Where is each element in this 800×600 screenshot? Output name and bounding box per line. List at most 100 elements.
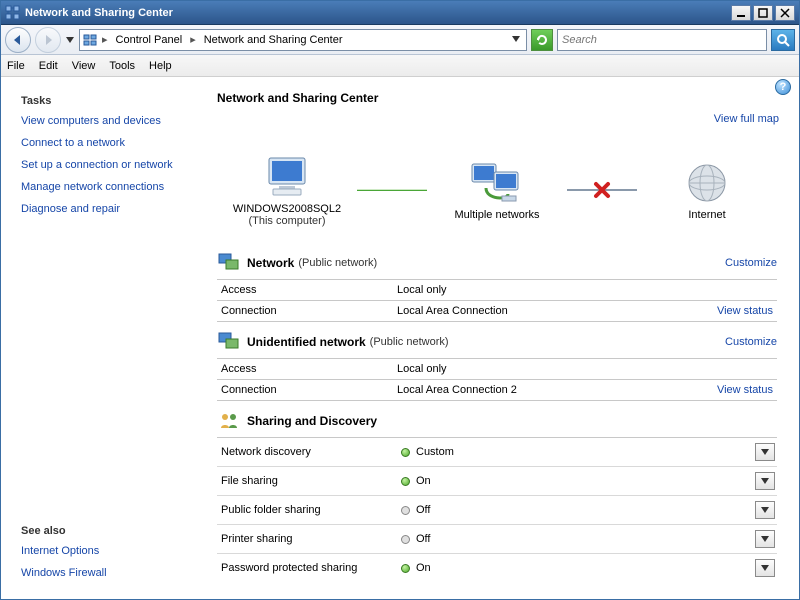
search-box[interactable] [557, 29, 767, 51]
network-icon [217, 330, 241, 354]
maximize-button[interactable] [753, 5, 773, 21]
menu-view[interactable]: View [72, 60, 96, 72]
row-value: Local Area Connection [397, 305, 717, 317]
nav-toolbar: ▸ Control Panel ▸ Network and Sharing Ce… [1, 25, 799, 55]
network-map: WINDOWS2008SQL2 (This computer) Multiple… [217, 145, 777, 235]
node-multiple-networks: Multiple networks [427, 159, 567, 221]
globe-icon [684, 159, 730, 207]
see-also-heading: See also [21, 525, 201, 537]
network-section-1: Unidentified network (Public network) Cu… [217, 328, 777, 401]
sharing-heading: Sharing and Discovery [247, 414, 377, 428]
view-status-link[interactable]: View status [717, 384, 777, 396]
network-1-row-connection: Connection Local Area Connection 2 View … [217, 380, 777, 400]
main-pane: ? Network and Sharing Center View full m… [211, 77, 799, 599]
minimize-button[interactable] [731, 5, 751, 21]
people-icon [217, 409, 241, 433]
menu-help[interactable]: Help [149, 60, 172, 72]
address-dropdown[interactable] [508, 34, 524, 46]
tasks-heading: Tasks [21, 95, 201, 107]
node-internet: Internet [637, 159, 777, 221]
breadcrumb-control-panel[interactable]: Control Panel [112, 34, 187, 46]
row-label: Connection [217, 384, 397, 396]
content-area: Tasks View computers and devices Connect… [1, 77, 799, 599]
share-value: Off [416, 533, 430, 545]
back-button[interactable] [5, 27, 31, 53]
status-dot-icon [401, 564, 410, 573]
share-row-printer-sharing: Printer sharing Off [217, 525, 777, 554]
view-status-link[interactable]: View status [717, 305, 777, 317]
search-input[interactable] [558, 34, 766, 46]
node-internet-label: Internet [688, 209, 725, 221]
status-dot-icon [401, 506, 410, 515]
refresh-button[interactable] [531, 29, 553, 51]
node-middle-label: Multiple networks [455, 209, 540, 221]
title-bar: Network and Sharing Center [1, 1, 799, 25]
app-icon [5, 5, 21, 21]
chevron-right-icon: ▸ [190, 33, 196, 46]
row-value: Local only [397, 284, 777, 296]
row-value: Local only [397, 363, 777, 375]
task-diagnose-repair[interactable]: Diagnose and repair [21, 203, 201, 215]
search-button[interactable] [771, 29, 795, 51]
network-1-customize-link[interactable]: Customize [725, 336, 777, 348]
share-label: Public folder sharing [221, 504, 401, 516]
network-icon [217, 251, 241, 275]
task-connect-network[interactable]: Connect to a network [21, 137, 201, 149]
share-label: Printer sharing [221, 533, 401, 545]
node-computer-label: WINDOWS2008SQL2 [233, 203, 341, 215]
status-dot-icon [401, 477, 410, 486]
network-1-title: Unidentified network [247, 335, 366, 349]
status-dot-icon [401, 535, 410, 544]
network-section-0: Network (Public network) Customize Acces… [217, 249, 777, 322]
share-label: Password protected sharing [221, 562, 401, 574]
forward-button[interactable] [35, 27, 61, 53]
wire-connected [357, 188, 427, 192]
share-label: File sharing [221, 475, 401, 487]
menu-bar: File Edit View Tools Help [1, 55, 799, 77]
network-0-customize-link[interactable]: Customize [725, 257, 777, 269]
share-row-network-discovery: Network discovery Custom [217, 438, 777, 467]
expand-button[interactable] [755, 559, 775, 577]
share-label: Network discovery [221, 446, 401, 458]
network-1-row-access: Access Local only [217, 359, 777, 379]
row-label: Access [217, 363, 397, 375]
network-0-type: (Public network) [298, 257, 377, 269]
link-internet-options[interactable]: Internet Options [21, 545, 201, 557]
menu-file[interactable]: File [7, 60, 25, 72]
expand-button[interactable] [755, 443, 775, 461]
close-button[interactable] [775, 5, 795, 21]
row-label: Connection [217, 305, 397, 317]
sharing-section: Sharing and Discovery Network discovery … [217, 407, 777, 582]
node-computer-sub: (This computer) [248, 215, 325, 227]
address-bar[interactable]: ▸ Control Panel ▸ Network and Sharing Ce… [79, 29, 527, 51]
expand-button[interactable] [755, 472, 775, 490]
disconnected-icon [593, 181, 611, 199]
task-view-computers[interactable]: View computers and devices [21, 115, 201, 127]
window-title: Network and Sharing Center [25, 7, 729, 19]
menu-edit[interactable]: Edit [39, 60, 58, 72]
row-label: Access [217, 284, 397, 296]
chevron-right-icon: ▸ [102, 33, 108, 46]
computer-icon [261, 153, 313, 201]
share-row-password-protected: Password protected sharing On [217, 554, 777, 582]
node-this-computer: WINDOWS2008SQL2 (This computer) [217, 153, 357, 227]
view-full-map-link[interactable]: View full map [714, 113, 779, 125]
breadcrumb-network-sharing[interactable]: Network and Sharing Center [200, 34, 347, 46]
share-value: On [416, 475, 431, 487]
link-windows-firewall[interactable]: Windows Firewall [21, 567, 201, 579]
task-setup-connection[interactable]: Set up a connection or network [21, 159, 201, 171]
wire-disconnected [567, 188, 637, 192]
share-row-file-sharing: File sharing On [217, 467, 777, 496]
network-1-type: (Public network) [370, 336, 449, 348]
task-manage-connections[interactable]: Manage network connections [21, 181, 201, 193]
row-value: Local Area Connection 2 [397, 384, 717, 396]
network-0-row-connection: Connection Local Area Connection View st… [217, 301, 777, 321]
history-dropdown[interactable] [65, 36, 75, 44]
menu-tools[interactable]: Tools [109, 60, 135, 72]
expand-button[interactable] [755, 501, 775, 519]
expand-button[interactable] [755, 530, 775, 548]
share-value: Off [416, 504, 430, 516]
help-button[interactable]: ? [775, 79, 791, 95]
tasks-pane: Tasks View computers and devices Connect… [1, 77, 211, 599]
share-row-public-folder: Public folder sharing Off [217, 496, 777, 525]
